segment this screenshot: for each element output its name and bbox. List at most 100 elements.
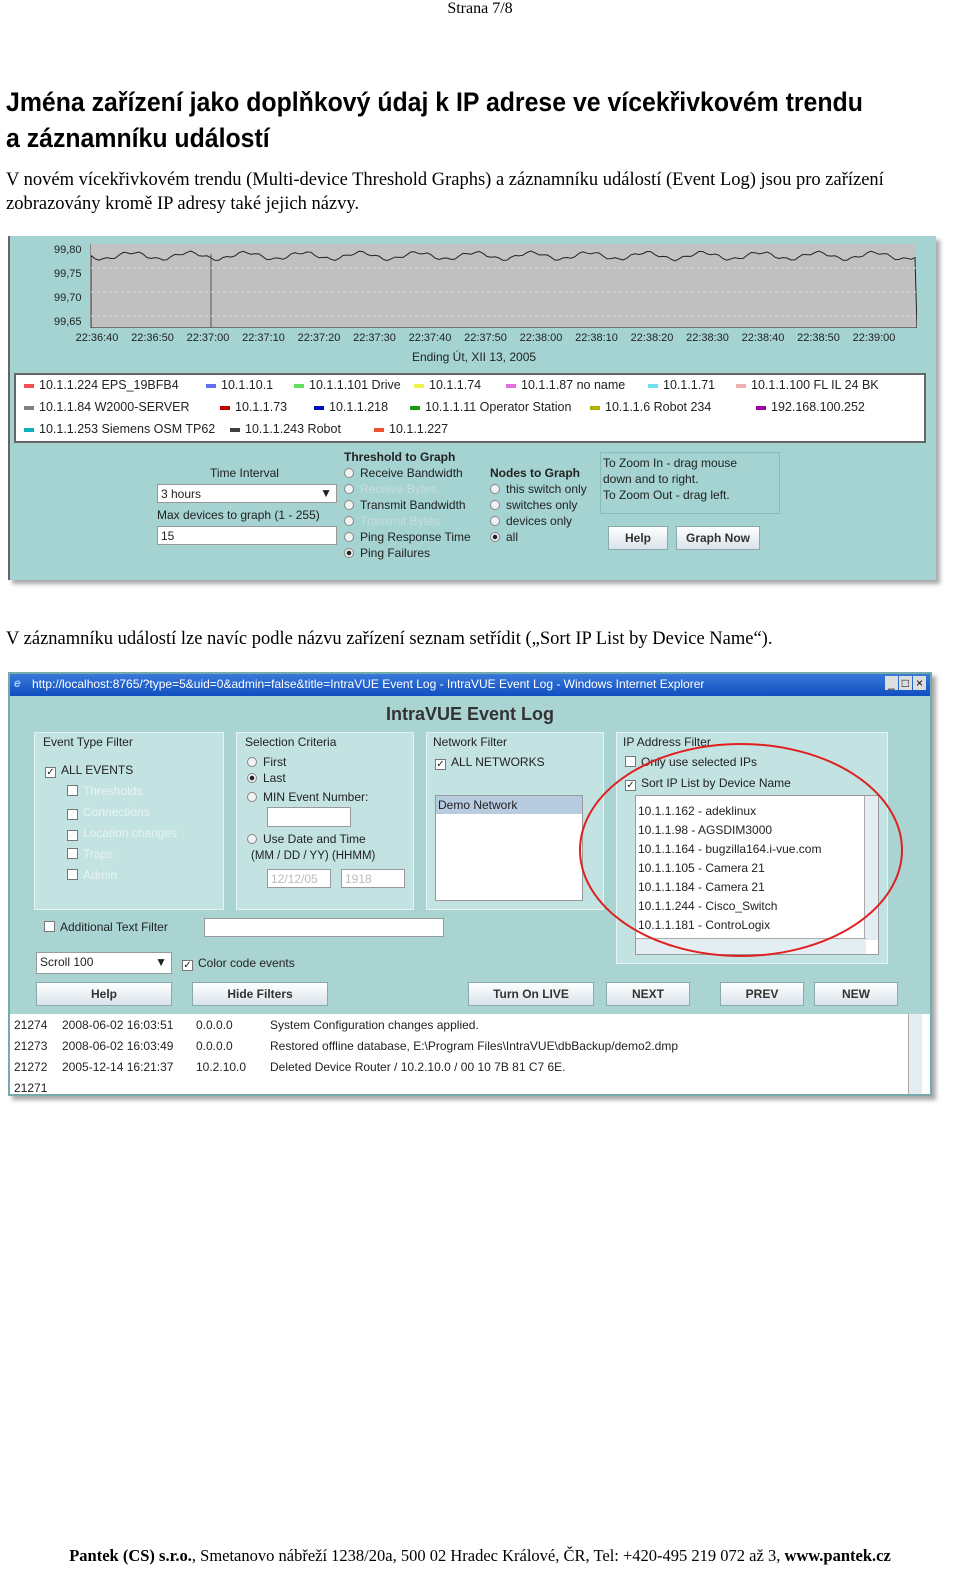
graph-help-button[interactable]: Help [608,526,668,550]
legend-entry: 10.1.1.84 W2000-SERVER [24,400,190,414]
log-cell: 2005-12-14 16:21:37 [62,1060,174,1074]
zoom-hint-line: To Zoom In - drag mouse [603,456,738,470]
min-event-input[interactable] [267,807,351,827]
event-type-checkbox[interactable]: ✓ ALL EVENTS [45,763,133,778]
event-type-checkbox[interactable]: Thresholds [67,784,142,798]
legend-label: 10.1.1.224 EPS_19BFB4 [39,378,179,392]
use-date-radio[interactable]: Use Date and Time [247,832,366,846]
log-cell: 21271 [14,1081,48,1095]
legend-entry: 10.1.1.11 Operator Station [410,400,571,414]
scroll-select[interactable]: Scroll 100 ▼ [36,952,172,974]
nodes-radio[interactable]: switches only [490,498,577,512]
legend-marker-icon [410,405,420,410]
log-cell: 21274 [14,1018,48,1032]
checkbox-label: Traps [83,847,114,861]
graph-now-button[interactable]: Graph Now [676,526,760,550]
radio-icon [344,516,354,526]
nodes-label: Nodes to Graph [490,466,581,480]
radio-label: Transmit Bandwidth [360,498,466,512]
first-radio[interactable]: First [247,755,286,769]
log-cell: 2008-06-02 16:03:51 [62,1018,174,1032]
max-devices-input[interactable]: 15 [157,526,337,545]
legend-entry: 10.1.1.71 [648,378,715,392]
time-interval-select[interactable]: 3 hours ▼ [157,484,337,503]
radio-label: all [506,530,519,544]
event-log-button[interactable]: Turn On LIVE [468,982,594,1006]
graph-plot-area [90,244,918,329]
legend-label: 10.1.1.101 Drive [309,378,401,392]
event-log-button[interactable]: Help [36,982,172,1006]
event-type-checkbox[interactable]: Traps [67,847,113,861]
footer-company: Pantek (CS) s.r.o. [69,1546,192,1565]
log-cell: 21273 [14,1039,48,1053]
minimize-button[interactable]: _ [885,676,898,690]
checkbox-icon: ✓ [45,767,56,778]
radio-icon [344,500,354,510]
legend-label: 10.1.1.243 Robot [245,422,341,436]
threshold-radio[interactable]: Transmit Bytes [344,514,440,528]
event-type-checkbox[interactable]: ✓ Location changes [67,826,177,841]
date-input[interactable]: 12/12/05 [267,869,331,888]
threshold-radio[interactable]: Transmit Bandwidth [344,498,466,512]
network-list-item[interactable]: Demo Network [436,796,582,814]
network-list[interactable]: Demo Network [435,795,583,901]
legend-marker-icon [24,427,34,432]
legend-entry: 10.1.1.253 Siemens OSM TP62 [24,422,215,436]
legend-marker-icon [506,383,516,388]
legend-marker-icon [590,405,600,410]
all-networks-checkbox[interactable]: ✓ ALL NETWORKS [435,755,545,770]
page-title: Jména zařízení jako doplňkový údaj k IP … [6,87,863,153]
checkbox-label: Additional Text Filter [60,920,168,934]
legend-entry: 10.1.1.100 FL IL 24 BK [736,378,879,392]
legend-entry: 10.1.1.6 Robot 234 [590,400,711,414]
legend-marker-icon [24,405,34,410]
threshold-radio[interactable]: Receive Bandwidth [344,466,463,480]
event-log-button[interactable]: NEW [814,982,898,1006]
nodes-radio[interactable]: this switch only [490,482,587,496]
legend-label: 10.1.1.74 [429,378,482,392]
threshold-radio[interactable]: Ping Failures [344,546,430,560]
color-code-checkbox[interactable]: ✓ Color code events [182,956,295,971]
checkbox-icon: ✓ [67,830,78,841]
legend-marker-icon [414,383,424,388]
event-log-button[interactable]: NEXT [606,982,690,1006]
legend-entry: 10.1.1.218 [314,400,388,414]
radio-icon [344,468,354,478]
legend-label: 10.1.1.73 [235,400,288,414]
maximize-button[interactable]: □ [898,676,912,690]
threshold-radio[interactable]: Ping Response Time [344,530,471,544]
additional-text-filter-checkbox[interactable]: Additional Text Filter [44,920,168,934]
legend-marker-icon [374,427,384,432]
min-event-radio[interactable]: MIN Event Number: [247,790,368,804]
event-type-checkbox[interactable]: Admin [67,868,117,882]
event-log-table: 21274 2008-06-02 16:03:51 0.0.0.0 System Co… [10,1014,930,1095]
log-scrollbar[interactable] [908,1014,922,1094]
nodes-radio[interactable]: all [490,530,518,544]
event-log-button[interactable]: PREV [720,982,804,1006]
additional-text-input[interactable] [204,918,444,937]
radio-icon [490,500,500,510]
footer-address: , Smetanovo nábřeží 1238/20a, 500 02 Hra… [191,1546,785,1565]
time-input[interactable]: 1918 [341,869,405,888]
time-interval-label: Time Interval [210,466,279,480]
y-tick-label: 99,65 [54,316,82,328]
nodes-radio[interactable]: devices only [490,514,572,528]
radio-icon [247,757,257,767]
checkbox-label: Thresholds [83,784,143,798]
event-log-button[interactable]: Hide Filters [192,982,328,1006]
legend-marker-icon [314,405,324,410]
log-cell: 0.0.0.0 [196,1018,233,1032]
last-radio[interactable]: Last [247,771,286,785]
radio-label: Use Date and Time [263,832,366,846]
radio-icon [490,532,500,542]
legend-marker-icon [756,405,766,410]
x-tick-label: 22:39:00 [852,332,896,344]
legend-label: 10.1.1.87 no name [521,378,626,392]
event-type-checkbox[interactable]: ✓ Connections [67,805,150,820]
scroll-value: Scroll 100 [40,955,94,969]
close-button[interactable]: × [912,676,926,690]
checkbox-checked-icon: ✓ [182,960,193,971]
legend-entry: 10.1.1.87 no name [506,378,625,392]
threshold-radio[interactable]: Receive Bytes [344,482,437,496]
checkbox-label: Admin [83,868,118,882]
